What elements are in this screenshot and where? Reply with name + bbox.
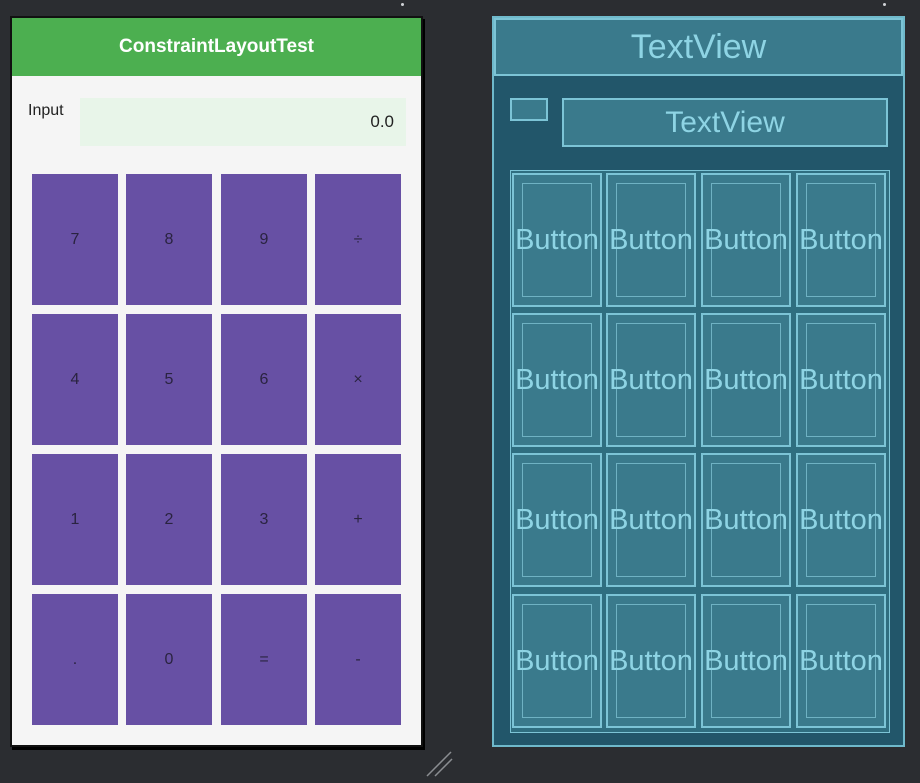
blueprint-input-textview[interactable]: TextView <box>562 98 888 147</box>
button-7[interactable]: 7 <box>32 174 118 305</box>
button-1[interactable]: 1 <box>32 454 118 585</box>
button-0[interactable]: 0 <box>126 594 212 725</box>
button-multiply[interactable]: × <box>315 314 401 445</box>
blueprint-button[interactable]: Button <box>606 594 696 728</box>
blueprint-button-label: Button <box>515 363 599 396</box>
device-top-marker-right <box>883 3 886 6</box>
button-divide[interactable]: ÷ <box>315 174 401 305</box>
blueprint-button[interactable]: Button <box>701 173 791 307</box>
blueprint-button-label: Button <box>609 223 693 256</box>
blueprint-button[interactable]: Button <box>606 313 696 447</box>
blueprint-button[interactable]: Button <box>796 173 886 307</box>
blueprint-button-label: Button <box>515 644 599 677</box>
button-3[interactable]: 3 <box>221 454 307 585</box>
blueprint-button-label: Button <box>799 223 883 256</box>
device-top-marker-left <box>401 3 404 6</box>
blueprint-button-label: Button <box>515 223 599 256</box>
blueprint-button[interactable]: Button <box>701 313 791 447</box>
blueprint-button[interactable]: Button <box>796 313 886 447</box>
input-label[interactable]: Input <box>28 102 64 120</box>
blueprint-input-label-view[interactable] <box>510 98 548 121</box>
blueprint-button-label: Button <box>515 503 599 536</box>
blueprint-button-grid: Button Button Button Button Button Butto… <box>510 170 890 733</box>
blueprint-button-label: Button <box>704 363 788 396</box>
blueprint-button[interactable]: Button <box>606 453 696 587</box>
blueprint-button[interactable]: Button <box>512 313 602 447</box>
blueprint-button-label: Button <box>704 223 788 256</box>
button-decimal[interactable]: . <box>32 594 118 725</box>
app-bar-title[interactable]: ConstraintLayoutTest <box>12 18 421 76</box>
blueprint-button[interactable]: Button <box>512 453 602 587</box>
blueprint-button-label: Button <box>704 503 788 536</box>
blueprint-button-label: Button <box>799 644 883 677</box>
blueprint-button[interactable]: Button <box>796 594 886 728</box>
blueprint-button[interactable]: Button <box>512 173 602 307</box>
button-5[interactable]: 5 <box>126 314 212 445</box>
button-minus[interactable]: - <box>315 594 401 725</box>
blueprint-button[interactable]: Button <box>606 173 696 307</box>
blueprint-title-textview[interactable]: TextView <box>494 18 903 76</box>
button-6[interactable]: 6 <box>221 314 307 445</box>
blueprint-button[interactable]: Button <box>796 453 886 587</box>
resize-handle-icon[interactable] <box>425 750 455 778</box>
design-preview: ConstraintLayoutTest Input 0.0 7 8 9 ÷ 4… <box>10 16 423 747</box>
blueprint-button-label: Button <box>609 503 693 536</box>
blueprint-button-label: Button <box>609 644 693 677</box>
blueprint-button[interactable]: Button <box>701 594 791 728</box>
button-9[interactable]: 9 <box>221 174 307 305</box>
button-4[interactable]: 4 <box>32 314 118 445</box>
blueprint-button-label: Button <box>704 644 788 677</box>
button-equals[interactable]: = <box>221 594 307 725</box>
blueprint-button[interactable]: Button <box>701 453 791 587</box>
blueprint-button-label: Button <box>609 363 693 396</box>
blueprint-button[interactable]: Button <box>512 594 602 728</box>
button-plus[interactable]: + <box>315 454 401 585</box>
blueprint-button-label: Button <box>799 363 883 396</box>
button-8[interactable]: 8 <box>126 174 212 305</box>
input-value-display[interactable]: 0.0 <box>80 98 406 146</box>
blueprint-preview: TextView TextView Button Button Button B… <box>492 16 905 747</box>
button-2[interactable]: 2 <box>126 454 212 585</box>
blueprint-button-label: Button <box>799 503 883 536</box>
